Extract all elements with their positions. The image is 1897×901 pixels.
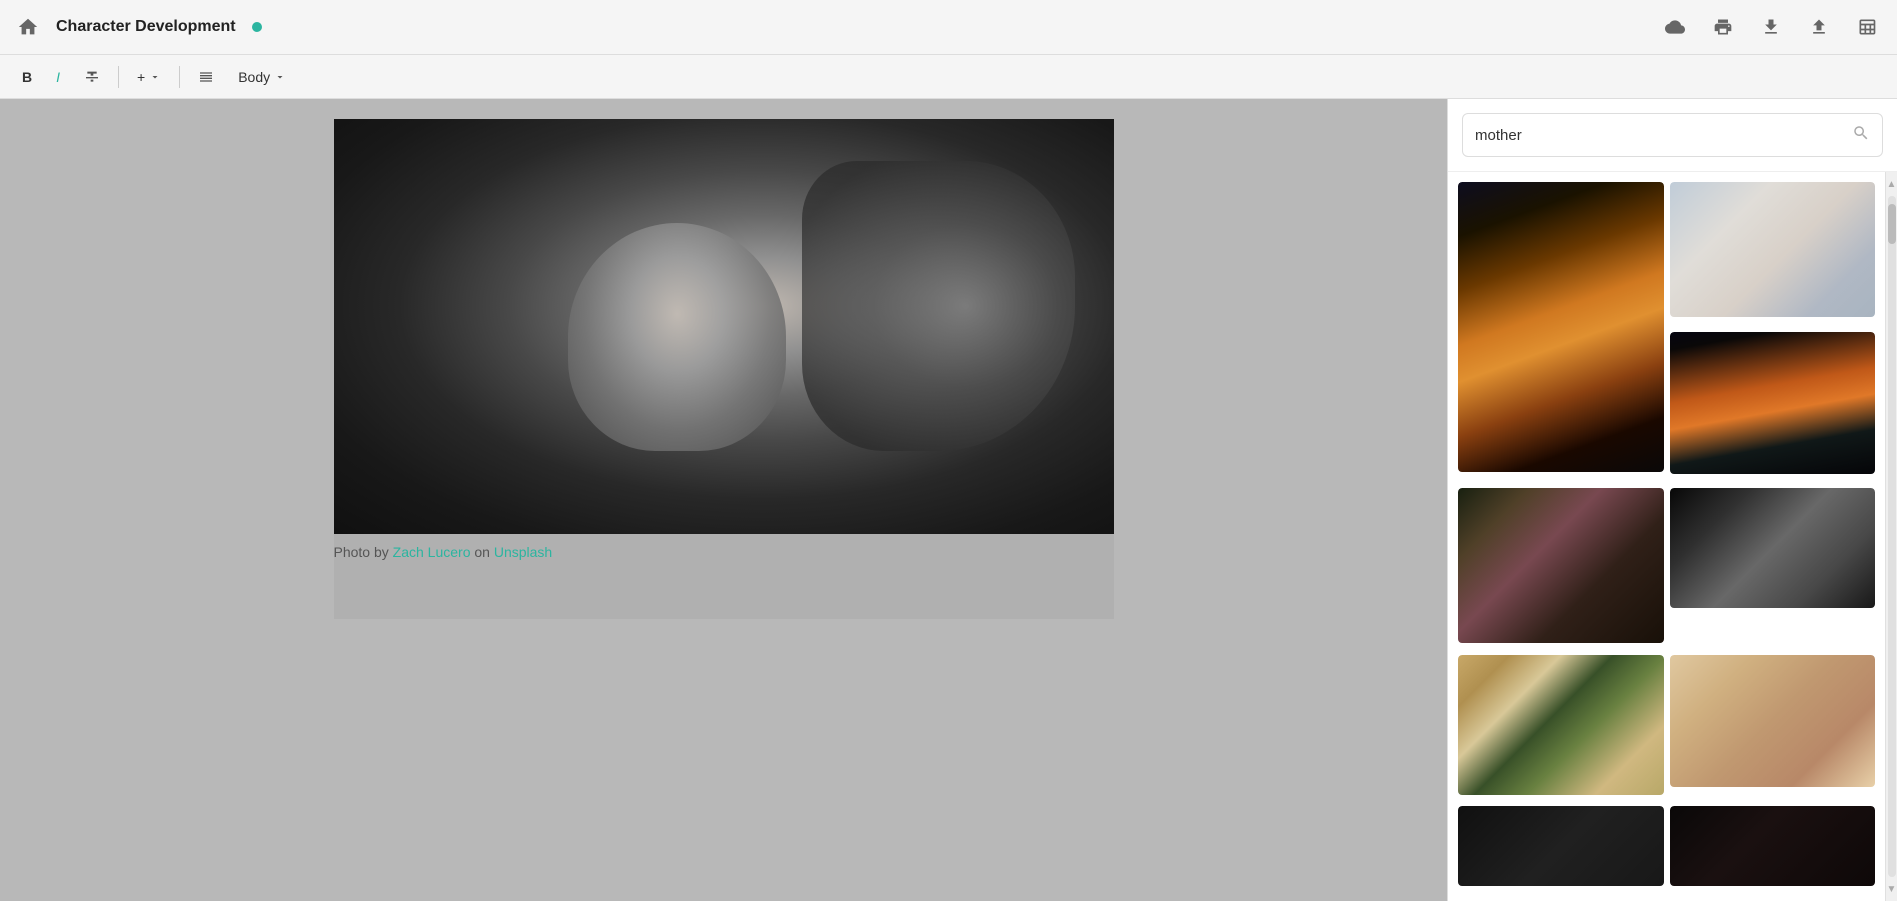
search-box bbox=[1462, 113, 1883, 157]
table-button[interactable] bbox=[1849, 9, 1885, 45]
download-button[interactable] bbox=[1753, 9, 1789, 45]
editor-page: Photo by Zach Lucero on Unsplash bbox=[334, 119, 1114, 619]
body-dropdown[interactable]: Body bbox=[228, 62, 296, 92]
author-link[interactable]: Zach Lucero bbox=[393, 544, 471, 560]
strikethrough-button[interactable] bbox=[74, 62, 110, 92]
save-cloud-button[interactable] bbox=[1657, 9, 1693, 45]
italic-button[interactable]: I bbox=[46, 62, 70, 92]
toolbar-format: B I + Body bbox=[0, 55, 1897, 99]
photo-thumb-5[interactable] bbox=[1670, 488, 1876, 648]
photo-results-grid bbox=[1448, 172, 1885, 901]
photo-thumb-3[interactable] bbox=[1670, 332, 1876, 483]
toolbar-divider-1 bbox=[118, 66, 119, 88]
align-button[interactable] bbox=[188, 62, 224, 92]
main-image[interactable] bbox=[334, 119, 1114, 534]
panel-search-area bbox=[1448, 99, 1897, 172]
search-icon[interactable] bbox=[1852, 124, 1870, 147]
photo-credit: Photo by Zach Lucero on Unsplash bbox=[334, 534, 1114, 560]
panel-scrollbar: ▲ ▼ bbox=[1885, 172, 1897, 901]
editor-area: Photo by Zach Lucero on Unsplash bbox=[0, 99, 1447, 901]
search-input[interactable] bbox=[1475, 127, 1852, 144]
scroll-up-arrow[interactable]: ▲ bbox=[1886, 174, 1897, 194]
photo-thumb-1[interactable] bbox=[1458, 182, 1664, 482]
add-button[interactable]: + bbox=[127, 62, 171, 92]
scroll-down-arrow[interactable]: ▼ bbox=[1886, 879, 1897, 899]
toolbar-divider-2 bbox=[179, 66, 180, 88]
home-button[interactable] bbox=[12, 11, 44, 43]
source-link[interactable]: Unsplash bbox=[494, 544, 552, 560]
photo-thumb-9[interactable] bbox=[1670, 806, 1876, 891]
toolbar-top: Character Development bbox=[0, 0, 1897, 55]
photo-thumb-2[interactable] bbox=[1670, 182, 1876, 326]
photo-thumb-8[interactable] bbox=[1458, 806, 1664, 891]
photo-thumb-6[interactable] bbox=[1458, 655, 1664, 800]
photo-thumb-7[interactable] bbox=[1670, 655, 1876, 800]
document-title: Character Development bbox=[56, 18, 236, 36]
scroll-thumb[interactable] bbox=[1888, 204, 1896, 244]
status-dot bbox=[252, 22, 262, 32]
photo-thumb-4[interactable] bbox=[1458, 488, 1664, 648]
main-image-container: Photo by Zach Lucero on Unsplash bbox=[334, 119, 1114, 560]
upload-button[interactable] bbox=[1801, 9, 1837, 45]
image-search-panel: ▲ ▼ bbox=[1447, 99, 1897, 901]
print-button[interactable] bbox=[1705, 9, 1741, 45]
bold-button[interactable]: B bbox=[12, 62, 42, 92]
scroll-track bbox=[1888, 196, 1896, 877]
main-area: Photo by Zach Lucero on Unsplash bbox=[0, 99, 1897, 901]
